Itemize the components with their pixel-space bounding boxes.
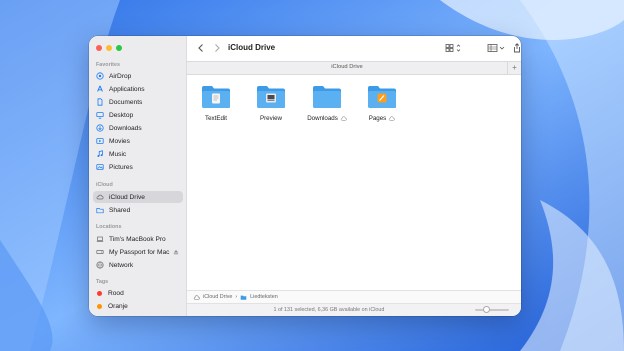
file-item-downloads[interactable]: Downloads xyxy=(297,85,357,122)
icloud-section-title: iCloud xyxy=(96,182,113,188)
favorites-section-title: Favorites xyxy=(96,62,120,68)
download-icon xyxy=(96,124,104,132)
sidebar-item-documents[interactable]: Documents xyxy=(93,96,183,108)
slider-knob[interactable] xyxy=(483,306,491,313)
music-icon xyxy=(96,150,104,158)
sidebar-item-label: Oranje xyxy=(108,302,128,310)
sidebar-item-macbook[interactable]: Tim's MacBook Pro xyxy=(93,233,183,245)
chevron-right-icon xyxy=(215,44,220,52)
status-bar: 1 of 131 selected, 6,36 GB available on … xyxy=(187,303,521,316)
sidebar-item-label: Network xyxy=(109,261,134,269)
sidebar-item-shared[interactable]: Shared xyxy=(93,204,183,216)
file-name: Pages xyxy=(368,115,387,122)
document-icon xyxy=(96,98,104,106)
toolbar: iCloud Drive xyxy=(187,36,521,61)
tags-section-title: Tags xyxy=(96,279,109,285)
sidebar-item-music[interactable]: Music xyxy=(93,148,183,160)
sidebar-item-label: Downloads xyxy=(109,124,142,132)
icloud-download-icon[interactable] xyxy=(340,116,347,121)
textedit-icon xyxy=(212,93,220,104)
sidebar-item-label: Pictures xyxy=(109,163,133,171)
file-name: Preview xyxy=(259,115,282,122)
folder-icon xyxy=(312,85,342,109)
airdrop-icon xyxy=(96,72,104,80)
icon-view-icon xyxy=(445,44,461,52)
status-text: 1 of 131 selected, 6,36 GB available on … xyxy=(273,307,385,313)
finder-window: Favorites AirDrop Applications Documents… xyxy=(89,36,521,316)
group-icon xyxy=(487,44,505,52)
cloud-icon xyxy=(193,294,200,300)
folder-icon xyxy=(367,85,397,109)
shared-folder-icon xyxy=(96,206,104,214)
sidebar-item-label: Music xyxy=(109,150,127,158)
external-drive-icon xyxy=(96,248,104,256)
forward-button[interactable] xyxy=(211,42,223,54)
desktop-icon xyxy=(96,111,104,119)
sidebar-item-tag-rood[interactable]: Rood xyxy=(93,287,183,299)
sidebar-item-label: Documents xyxy=(109,98,143,106)
file-name: Downloads xyxy=(307,115,338,122)
zoom-button[interactable] xyxy=(116,45,122,51)
folder-icon xyxy=(201,85,231,109)
sidebar-item-tag-oranje[interactable]: Oranje xyxy=(93,300,183,312)
orange-tag-icon xyxy=(97,303,102,309)
sidebar-item-pictures[interactable]: Pictures xyxy=(93,161,183,173)
file-name: TextEdit xyxy=(204,115,227,122)
sidebar-item-label: Applications xyxy=(109,85,145,93)
sidebar: Favorites AirDrop Applications Documents… xyxy=(89,36,187,316)
folder-icon xyxy=(256,85,286,109)
icloud-download-icon[interactable] xyxy=(388,116,395,121)
sidebar-item-label: Movies xyxy=(109,137,130,145)
file-item-textedit[interactable]: TextEdit xyxy=(186,85,246,122)
sidebar-item-label: Tim's MacBook Pro xyxy=(109,235,166,243)
sidebar-item-label: Rood xyxy=(108,289,124,297)
sidebar-item-label: Shared xyxy=(109,206,131,214)
sidebar-item-label: My Passport for Mac xyxy=(109,248,170,256)
sidebar-item-label: iCloud Drive xyxy=(109,193,145,201)
sidebar-item-applications[interactable]: Applications xyxy=(93,83,183,95)
locations-section-title: Locations xyxy=(96,224,122,230)
eject-icon[interactable] xyxy=(173,249,179,255)
tab-bar: iCloud Drive + xyxy=(187,61,521,75)
share-icon xyxy=(514,43,520,53)
sidebar-item-label: AirDrop xyxy=(109,72,132,80)
close-button[interactable] xyxy=(96,45,102,51)
cloud-icon xyxy=(96,193,104,201)
tab-icloud-drive[interactable]: iCloud Drive xyxy=(187,64,507,70)
red-tag-icon xyxy=(97,290,102,296)
view-mode-button[interactable] xyxy=(445,42,463,54)
main-pane: iCloud Drive iCloud Drive + TextEdit Pre… xyxy=(187,36,521,316)
minimize-button[interactable] xyxy=(106,45,112,51)
sidebar-item-airdrop[interactable]: AirDrop xyxy=(93,70,183,82)
file-item-pages[interactable]: Pages xyxy=(352,85,412,122)
path-current[interactable]: Liedteksten xyxy=(250,294,278,300)
sidebar-item-downloads[interactable]: Downloads xyxy=(93,122,183,134)
laptop-icon xyxy=(96,235,104,243)
sidebar-item-desktop[interactable]: Desktop xyxy=(93,109,183,121)
sidebar-item-my-passport[interactable]: My Passport for Mac xyxy=(93,246,183,258)
share-button[interactable] xyxy=(511,42,521,54)
group-button[interactable] xyxy=(487,42,507,54)
sidebar-item-network[interactable]: Network xyxy=(93,259,183,271)
path-root[interactable]: iCloud Drive xyxy=(203,294,232,300)
applications-icon xyxy=(96,85,104,93)
file-grid: TextEdit Preview Downloads Pages xyxy=(187,75,521,290)
path-bar: iCloud Drive › Liedteksten xyxy=(187,290,521,303)
icon-size-slider[interactable] xyxy=(475,306,509,313)
sidebar-item-label: Desktop xyxy=(109,111,134,119)
new-tab-button[interactable]: + xyxy=(507,62,521,74)
path-separator: › xyxy=(235,294,238,300)
back-button[interactable] xyxy=(195,42,207,54)
pictures-icon xyxy=(96,163,104,171)
window-title: iCloud Drive xyxy=(228,43,276,52)
window-controls xyxy=(96,45,122,51)
file-item-preview[interactable]: Preview xyxy=(241,85,301,122)
sidebar-item-movies[interactable]: Movies xyxy=(93,135,183,147)
folder-icon xyxy=(240,295,247,300)
movie-icon xyxy=(96,137,104,145)
network-icon xyxy=(96,261,104,269)
chevron-left-icon xyxy=(198,44,203,52)
sidebar-item-icloud-drive[interactable]: iCloud Drive xyxy=(93,191,183,203)
